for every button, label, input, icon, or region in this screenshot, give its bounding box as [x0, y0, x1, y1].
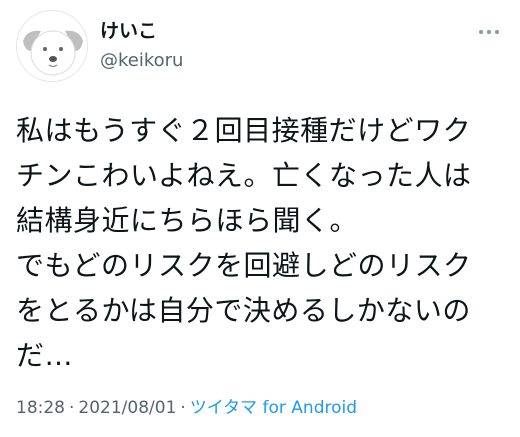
more-options-icon — [479, 30, 483, 34]
user-handle[interactable]: @keikoru — [100, 48, 183, 74]
tweet-line: 私はもうすぐ２回目接種だけどワク — [16, 114, 472, 147]
tweet-line: チンこわいよねえ。亡くなった人は — [16, 159, 472, 192]
tweet-text: 私はもうすぐ２回目接種だけどワク チンこわいよねえ。亡くなった人は 結構身近にち… — [16, 108, 512, 378]
meta-separator: · — [69, 398, 75, 418]
tweet-line: 結構身近にちらほら聞く。 — [16, 204, 359, 237]
more-options-button[interactable] — [472, 20, 506, 44]
meta-separator: · — [180, 398, 186, 418]
tweet-time[interactable]: 18:28 — [16, 398, 65, 418]
tweet-source-link[interactable]: ツイタマ for Android — [190, 398, 357, 418]
tweet-line: だ… — [16, 339, 74, 372]
more-options-icon-dot — [487, 30, 491, 34]
tweet-date[interactable]: 2021/08/01 — [78, 398, 176, 418]
avatar[interactable] — [16, 10, 88, 82]
tweet-line: をとるかは自分で決めるしかないの — [16, 294, 471, 327]
tweet-line: でもどのリスクを回避しどのリスク — [16, 249, 472, 282]
more-options-icon-dot — [495, 30, 499, 34]
tweet-card: けいこ @keikoru 私はもうすぐ２回目接種だけどワク チンこわいよねえ。亡… — [0, 0, 520, 437]
dog-avatar-icon — [17, 11, 87, 81]
display-name[interactable]: けいこ — [100, 18, 183, 44]
tweet-meta: 18:28 · 2021/08/01 · ツイタマ for Android — [16, 396, 357, 420]
author-block: けいこ @keikoru — [100, 18, 183, 74]
